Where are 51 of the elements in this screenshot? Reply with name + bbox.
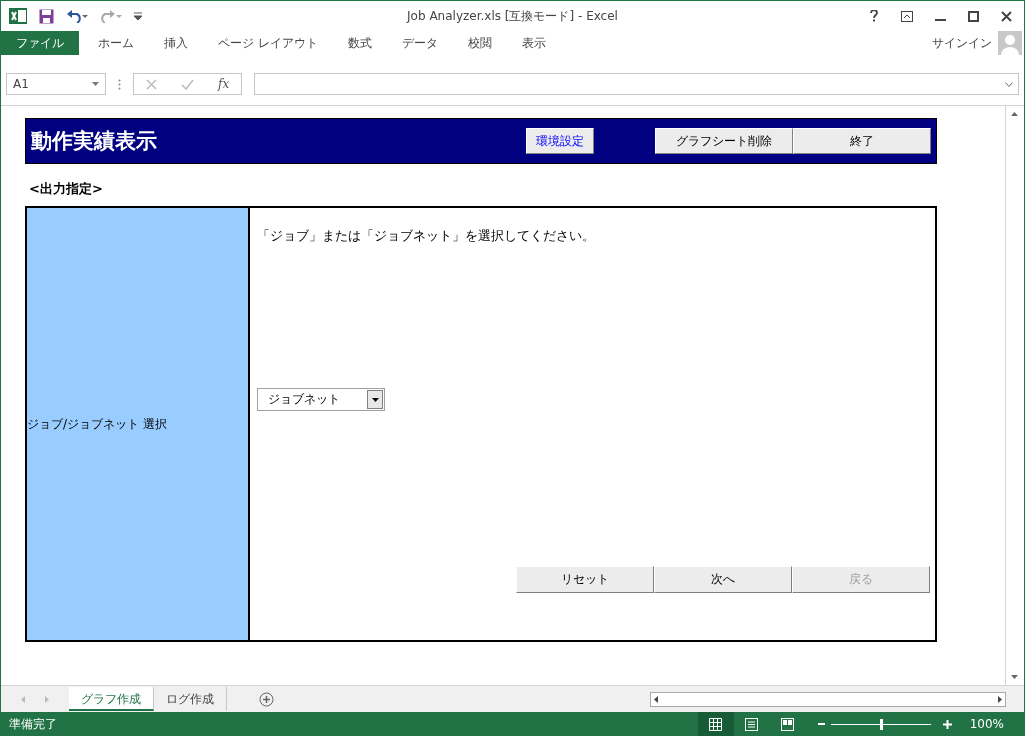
caret-icon [92, 82, 99, 86]
zoom-slider[interactable] [879, 718, 883, 730]
undo-icon[interactable] [66, 9, 88, 23]
ribbon-display-icon[interactable] [901, 10, 913, 22]
formula-field[interactable] [254, 73, 1019, 95]
expand-icon[interactable] [1005, 81, 1013, 87]
sheet-title: 動作実績表示 [31, 128, 158, 155]
more-icon [118, 78, 121, 90]
horizontal-scrollbar[interactable] [650, 691, 1006, 707]
ribbon-tab[interactable]: 挿入 [149, 31, 203, 55]
zoom-in-icon[interactable] [942, 719, 952, 729]
page-icon [745, 717, 759, 731]
instruction-text: 「ジョブ」または「ジョブネット」を選択してください。 [257, 228, 596, 245]
scroll-up-icon[interactable] [1010, 112, 1018, 116]
sign-in-link[interactable]: サインイン [932, 34, 992, 52]
ribbon-tab[interactable]: 校閲 [452, 31, 507, 55]
grid-icon [709, 717, 723, 731]
dropdown[interactable]: ジョブネット [257, 388, 385, 411]
ribbon-tab[interactable]: 数式 [332, 31, 387, 55]
row-label: ジョブ/ジョブネット 選択 [27, 415, 167, 433]
ribbon-tab[interactable]: ファイル [1, 31, 79, 55]
close-icon[interactable] [1001, 10, 1012, 22]
customize-icon[interactable] [134, 11, 142, 21]
section-label: <出力指定> [29, 180, 104, 198]
form-button[interactable]: リセット [516, 566, 654, 593]
header-button[interactable]: グラフシート削除 [655, 128, 794, 154]
add-sheet-icon[interactable] [259, 691, 274, 707]
scroll-left-icon[interactable] [654, 695, 658, 703]
scroll-right-icon[interactable] [998, 695, 1002, 703]
ribbon-tab[interactable]: ホーム [83, 31, 149, 55]
sheet-tab[interactable]: ログ作成 [154, 687, 227, 711]
header-button[interactable]: 終了 [793, 128, 931, 154]
excel-logo-icon [9, 8, 27, 24]
form-button[interactable]: 次へ [654, 566, 792, 593]
page-break-icon [781, 717, 795, 731]
help-icon[interactable] [869, 10, 879, 22]
ribbon-tab[interactable]: 表示 [506, 31, 561, 55]
window-title: Job Analyzer.xls [互換モード] - Excel [407, 7, 618, 25]
sheet-tab[interactable]: グラフ作成 [69, 687, 154, 711]
view-button[interactable] [697, 712, 734, 736]
maximize-icon[interactable] [968, 10, 979, 22]
ribbon-tab[interactable]: ページ レイアウト [203, 31, 333, 55]
insert-function-button[interactable]: fx [218, 77, 230, 91]
zoom-level[interactable]: 100% [969, 717, 1004, 731]
scroll-down-icon[interactable] [1010, 675, 1018, 679]
status-text: 準備完了 [9, 715, 57, 733]
ribbon-tab[interactable]: データ [386, 31, 453, 55]
header-button[interactable]: 環境設定 [526, 128, 595, 154]
dropdown-arrow-icon[interactable] [371, 397, 379, 402]
save-icon[interactable] [39, 8, 54, 24]
name-box[interactable]: A1 [6, 73, 106, 95]
